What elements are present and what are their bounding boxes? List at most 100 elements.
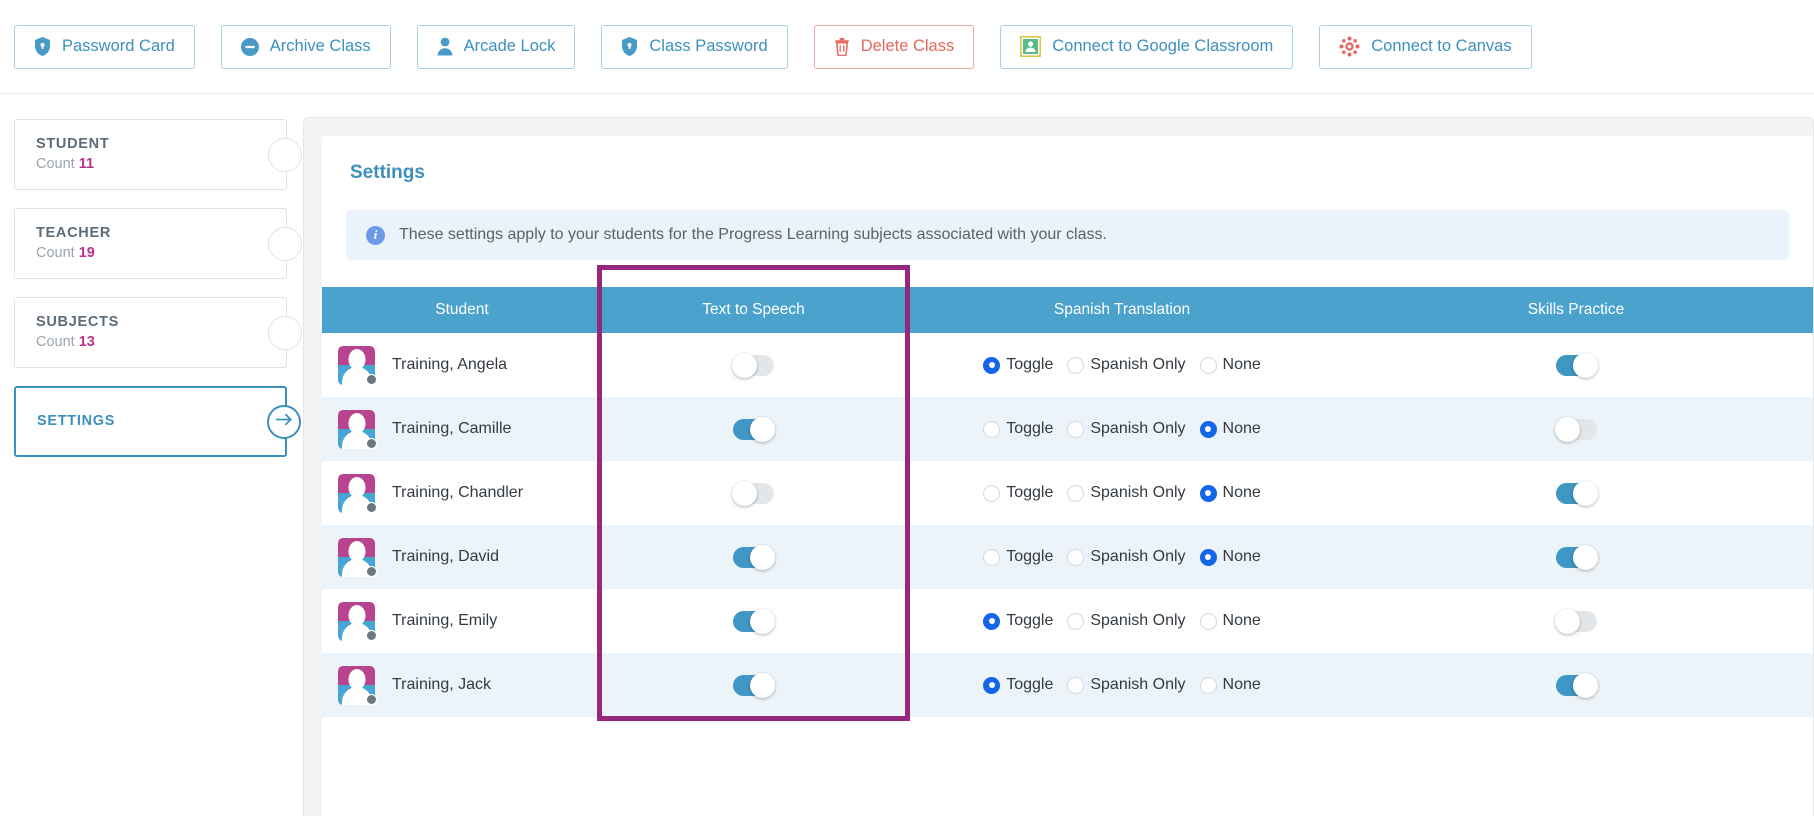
spanish-option-toggle[interactable]: Toggle — [983, 420, 1053, 438]
spanish-option-spanish-only[interactable]: Spanish Only — [1067, 356, 1186, 374]
connect-canvas-button[interactable]: Connect to Canvas — [1319, 24, 1532, 69]
spanish-option-toggle[interactable]: Toggle — [983, 612, 1053, 630]
spanish-option-spanish-only[interactable]: Spanish Only — [1067, 420, 1186, 438]
sidebar-card-subjects[interactable]: SUBJECTS Count 13 — [14, 297, 302, 368]
radio-dot[interactable] — [983, 612, 1001, 630]
sidebar-card-student-knob[interactable] — [268, 137, 302, 172]
avatar — [338, 537, 377, 577]
sidebar-card-settings-knob[interactable] — [267, 404, 301, 439]
spanish-option-spanish-only[interactable]: Spanish Only — [1067, 676, 1186, 694]
sidebar-card-settings[interactable]: SETTINGS — [14, 386, 301, 457]
skills-practice-toggle[interactable] — [1554, 608, 1597, 634]
cell-student: Training, Chandler — [322, 461, 602, 525]
radio-dot[interactable] — [1199, 356, 1217, 374]
spanish-option-none[interactable]: None — [1199, 676, 1261, 694]
text-to-speech-toggle[interactable] — [732, 480, 774, 506]
archive-class-button[interactable]: Archive Class — [220, 24, 391, 69]
connect-google-classroom-button[interactable]: Connect to Google Classroom — [1000, 24, 1294, 69]
cell-skills-practice — [1339, 525, 1813, 589]
spanish-option-none[interactable]: None — [1199, 612, 1261, 630]
text-to-speech-toggle[interactable] — [732, 352, 774, 378]
spanish-option-toggle[interactable]: Toggle — [983, 356, 1053, 374]
page-body: STUDENT Count 11 TEACHER Count 19 SUBJEC… — [0, 94, 1814, 816]
skills-practice-toggle[interactable] — [1555, 352, 1598, 378]
spanish-option-toggle[interactable]: Toggle — [983, 548, 1053, 566]
shield-lock-icon — [34, 37, 51, 56]
radio-label: None — [1222, 356, 1261, 373]
class-password-button[interactable]: Class Password — [601, 24, 788, 69]
radio-dot[interactable] — [1199, 612, 1217, 630]
text-to-speech-toggle[interactable] — [733, 544, 775, 570]
teacher-count-label: Count — [36, 244, 75, 261]
radio-label: Spanish Only — [1090, 356, 1186, 373]
radio-dot[interactable] — [1067, 612, 1085, 630]
student-count-label: Count — [36, 155, 75, 172]
sidebar-card-settings-title: SETTINGS — [37, 412, 116, 429]
radio-dot[interactable] — [1067, 356, 1085, 374]
text-to-speech-toggle[interactable] — [733, 416, 775, 442]
radio-label: Spanish Only — [1090, 420, 1186, 437]
spanish-option-toggle[interactable]: Toggle — [983, 676, 1053, 694]
class-action-toolbar: Password Card Archive Class Arcade Lock … — [0, 0, 1814, 94]
radio-dot[interactable] — [983, 356, 1001, 374]
spanish-option-none[interactable]: None — [1199, 356, 1261, 374]
trash-icon — [834, 37, 850, 56]
spanish-option-spanish-only[interactable]: Spanish Only — [1067, 484, 1186, 502]
cell-student: Training, Emily — [322, 589, 602, 653]
password-card-button[interactable]: Password Card — [14, 24, 195, 69]
spanish-option-none[interactable]: None — [1199, 484, 1261, 502]
arcade-lock-button[interactable]: Arcade Lock — [416, 24, 576, 69]
student-name: Training, Angela — [392, 356, 508, 373]
radio-label: Toggle — [1006, 676, 1054, 693]
radio-label: Spanish Only — [1090, 548, 1186, 565]
info-banner-text: These settings apply to your students fo… — [399, 226, 1107, 243]
radio-dot[interactable] — [1199, 548, 1217, 566]
skills-practice-toggle[interactable] — [1555, 672, 1598, 698]
skills-practice-toggle[interactable] — [1555, 480, 1598, 506]
radio-dot[interactable] — [1067, 676, 1085, 694]
cell-skills-practice — [1339, 333, 1813, 397]
table-row: Training, Emily Toggle Spanish Only None — [322, 589, 1813, 653]
class-password-label: Class Password — [649, 37, 768, 55]
avatar — [338, 665, 377, 705]
spanish-option-spanish-only[interactable]: Spanish Only — [1067, 612, 1186, 630]
delete-class-label: Delete Class — [860, 37, 955, 55]
text-to-speech-toggle[interactable] — [733, 608, 775, 634]
column-header-text-to-speech: Text to Speech — [602, 287, 905, 333]
radio-dot[interactable] — [1199, 484, 1217, 502]
spanish-option-spanish-only[interactable]: Spanish Only — [1067, 548, 1186, 566]
avatar — [338, 601, 377, 641]
avatar — [338, 473, 377, 513]
radio-dot[interactable] — [1199, 676, 1217, 694]
sidebar-card-subjects-knob[interactable] — [268, 315, 302, 350]
delete-class-button[interactable]: Delete Class — [813, 24, 975, 69]
spanish-translation-radio-group: Toggle Spanish Only None — [906, 548, 1338, 566]
spanish-option-none[interactable]: None — [1199, 548, 1261, 566]
spanish-translation-radio-group: Toggle Spanish Only None — [906, 612, 1338, 630]
radio-dot[interactable] — [983, 420, 1001, 438]
table-header-row: Student Text to Speech Spanish Translati… — [322, 287, 1813, 333]
spanish-translation-radio-group: Toggle Spanish Only None — [906, 484, 1338, 502]
sidebar-card-teacher[interactable]: TEACHER Count 19 — [14, 208, 302, 279]
radio-dot[interactable] — [1067, 420, 1085, 438]
sidebar-card-teacher-knob[interactable] — [268, 226, 302, 261]
radio-dot[interactable] — [1199, 420, 1217, 438]
radio-dot[interactable] — [983, 484, 1001, 502]
table-row: Training, Chandler Toggle Spanish Only None — [322, 461, 1813, 525]
radio-dot[interactable] — [1067, 548, 1085, 566]
skills-practice-toggle[interactable] — [1554, 416, 1597, 442]
text-to-speech-toggle[interactable] — [733, 672, 775, 698]
cell-text-to-speech — [602, 397, 905, 461]
student-name: Training, Camille — [392, 420, 512, 437]
class-sidebar: STUDENT Count 11 TEACHER Count 19 SUBJEC… — [0, 94, 303, 816]
sidebar-card-student-count: Count 11 — [36, 155, 286, 175]
radio-label: None — [1222, 548, 1261, 565]
radio-dot[interactable] — [983, 548, 1001, 566]
skills-practice-toggle[interactable] — [1555, 544, 1598, 570]
radio-dot[interactable] — [983, 676, 1001, 694]
sidebar-card-student[interactable]: STUDENT Count 11 — [14, 119, 302, 190]
table-row: Training, Camille Toggle Spanish Only None — [322, 397, 1813, 461]
radio-dot[interactable] — [1067, 484, 1085, 502]
spanish-option-none[interactable]: None — [1199, 420, 1261, 438]
spanish-option-toggle[interactable]: Toggle — [983, 484, 1053, 502]
